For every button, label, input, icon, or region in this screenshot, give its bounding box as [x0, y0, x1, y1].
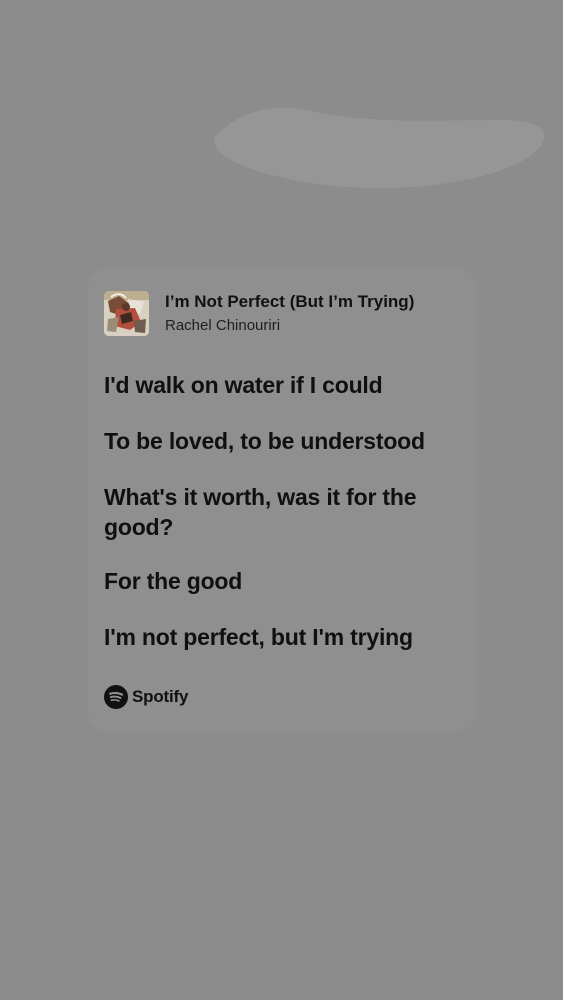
- lyric-line: What's it worth, was it for the good?: [104, 484, 417, 540]
- background-smudge: [214, 107, 545, 189]
- spotify-logo-icon: [104, 685, 128, 709]
- album-cover: [104, 291, 149, 336]
- spotify-branding: Spotify: [104, 684, 188, 710]
- spotify-wordmark: Spotify: [132, 687, 189, 706]
- lyric-line: I'd walk on water if I could: [104, 372, 383, 398]
- song-title: I’m Not Perfect (But I’m Trying): [165, 292, 415, 311]
- lyrics-block: I'd walk on water if I could To be loved…: [104, 370, 454, 678]
- lyric-line: I'm not perfect, but I'm trying: [104, 624, 413, 650]
- artist-name: Rachel Chinouriri: [165, 317, 281, 334]
- lyric-line: For the good: [104, 568, 243, 594]
- lyrics-share-card: I’m Not Perfect (But I’m Trying) Rachel …: [88, 268, 476, 731]
- lyric-line: To be loved, to be understood: [104, 428, 425, 454]
